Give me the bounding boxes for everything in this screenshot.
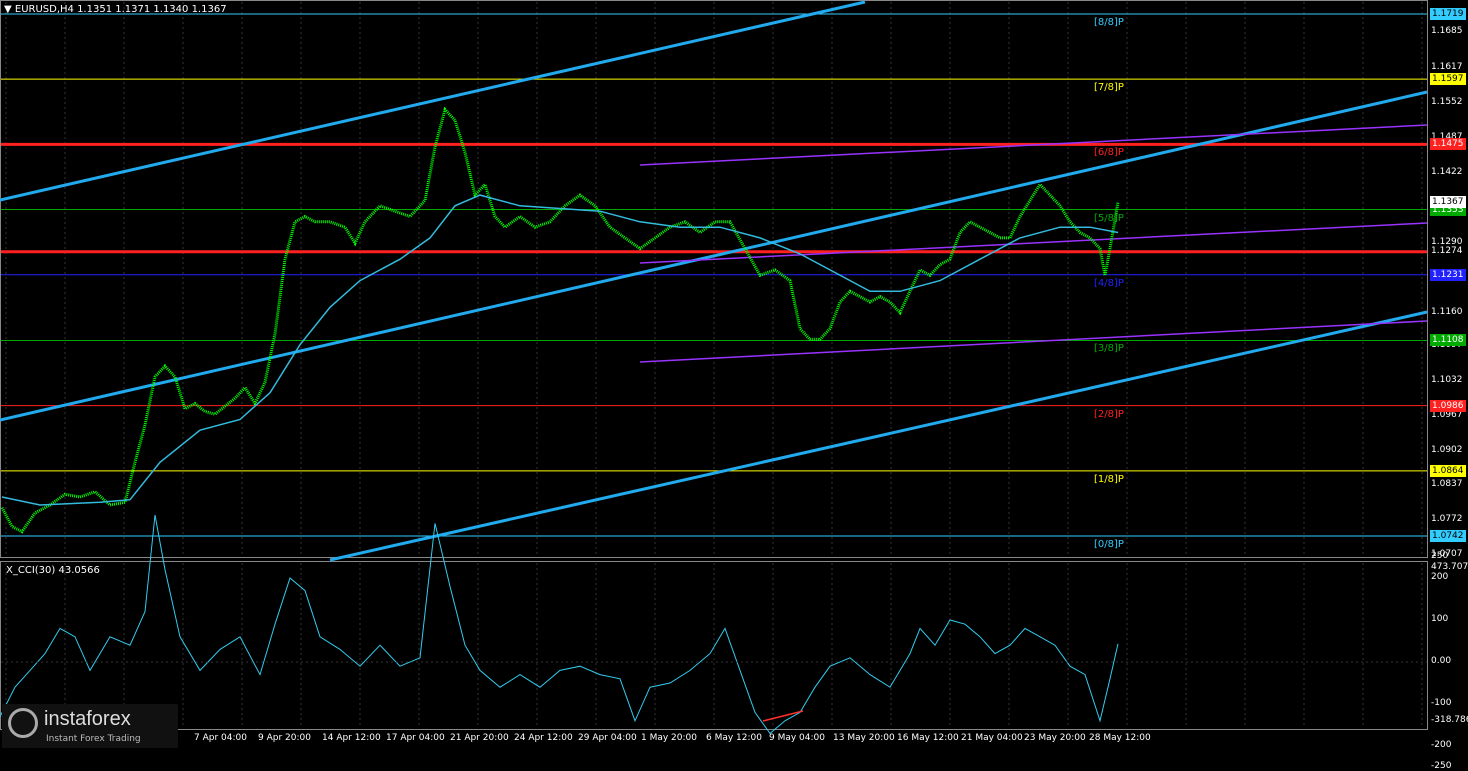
murray-level-label: [3/8]P [1094, 343, 1124, 355]
moving-average-line [1, 194, 1119, 506]
murray-price-box: 1.0742 [1430, 530, 1466, 542]
time-tick-label: 17 Apr 04:00 [386, 733, 445, 743]
brand-name: instaforex [44, 708, 131, 730]
purple-line-2 [639, 320, 1428, 363]
current-price-box: 1.1367 [1430, 196, 1466, 209]
dropdown-triangle-icon[interactable]: ▼ [4, 4, 15, 15]
price-tick-label: 1.0902 [1431, 444, 1463, 455]
cci-tick-label: -318.786 [1431, 715, 1468, 725]
murray-level-label: [7/8]P [1094, 82, 1124, 94]
logo-icon [8, 708, 38, 738]
cci-tick-label: 0.00 [1431, 656, 1452, 666]
channel-line-1 [0, 90, 1428, 422]
symbol-ohlc-text: EURUSD,H4 1.1351 1.1371 1.1340 1.1367 [14, 4, 227, 15]
murray-price-box: 1.1597 [1430, 73, 1466, 86]
chart-canvas[interactable] [0, 0, 1468, 750]
time-tick-label: 9 May 04:00 [769, 733, 825, 743]
murray-price-box: 1.1108 [1430, 334, 1466, 347]
brand-tagline: Instant Forex Trading [46, 734, 141, 744]
price-tick-label: 1.1617 [1431, 62, 1463, 73]
watermark-logo: instaforex Instant Forex Trading [2, 704, 178, 748]
price-tick-label: 1.0837 [1431, 479, 1463, 490]
time-tick-label: 21 Apr 20:00 [450, 733, 509, 743]
price-tick-label: 1.1274 [1431, 245, 1463, 256]
cci-tick-label: 100 [1431, 614, 1449, 624]
price-tick-label: 1.1552 [1431, 97, 1463, 108]
purple-line-1 [639, 222, 1428, 264]
murray-price-box: 1.0986 [1430, 399, 1466, 412]
time-tick-label: 1 May 20:00 [641, 733, 697, 743]
price-tick-label: 1.1422 [1431, 166, 1463, 177]
cci-tick-label: 200 [1431, 572, 1449, 582]
murray-level-label: [4/8]P [1094, 277, 1124, 289]
chart-window[interactable]: ▼ EURUSD,H4 1.1351 1.1371 1.1340 1.1367 … [0, 0, 1468, 771]
cci-tick-label: -100 [1431, 698, 1452, 708]
time-tick-label: 14 Apr 12:00 [322, 733, 381, 743]
murray-level-label: [0/8]P [1094, 539, 1124, 550]
time-tick-label: 29 Apr 04:00 [578, 733, 637, 743]
murray-level-label: [6/8]P [1094, 147, 1124, 159]
divergence-line [762, 710, 804, 722]
time-tick-label: 24 Apr 12:00 [514, 733, 573, 743]
time-tick-label: 6 May 12:00 [706, 733, 762, 743]
cci-tick-label: 473.707 [1431, 562, 1468, 572]
time-tick-label: 9 Apr 20:00 [258, 733, 311, 743]
time-tick-label: 23 May 20:00 [1024, 733, 1086, 743]
murray-level-label: [1/8]P [1094, 473, 1124, 485]
price-tick-label: 1.0772 [1431, 513, 1463, 524]
price-tick-label: 1.1160 [1431, 306, 1463, 317]
murray-level-label: [8/8]P [1094, 17, 1124, 28]
time-tick-label: 13 May 20:00 [833, 733, 895, 743]
time-tick-label: 7 Apr 04:00 [194, 733, 247, 743]
time-tick-label: 21 May 04:00 [961, 733, 1023, 743]
cci-tick-label: 250 [1431, 551, 1449, 561]
murray-price-box: 1.1475 [1430, 138, 1466, 151]
price-tick-label: 1.1685 [1431, 26, 1463, 37]
time-tick-label: 28 May 12:00 [1089, 733, 1151, 743]
murray-price-box: 1.1231 [1430, 268, 1466, 281]
channel-line-0 [0, 0, 866, 202]
time-tick-label: 16 May 12:00 [897, 733, 959, 743]
murray-price-box: 1.0864 [1430, 464, 1466, 477]
cci-tick-label: -250 [1431, 761, 1452, 771]
symbol-header: ▼ EURUSD,H4 1.1351 1.1371 1.1340 1.1367 [4, 4, 227, 15]
price-candles [0, 106, 1120, 534]
cci-tick-label: -200 [1431, 740, 1452, 750]
murray-price-box: 1.1719 [1430, 8, 1466, 20]
murray-level-label: [5/8]P [1094, 212, 1124, 224]
murray-level-label: [2/8]P [1094, 408, 1124, 420]
price-tick-label: 1.1032 [1431, 375, 1463, 386]
cci-header: X_CCI(30) 43.0566 [6, 565, 100, 576]
